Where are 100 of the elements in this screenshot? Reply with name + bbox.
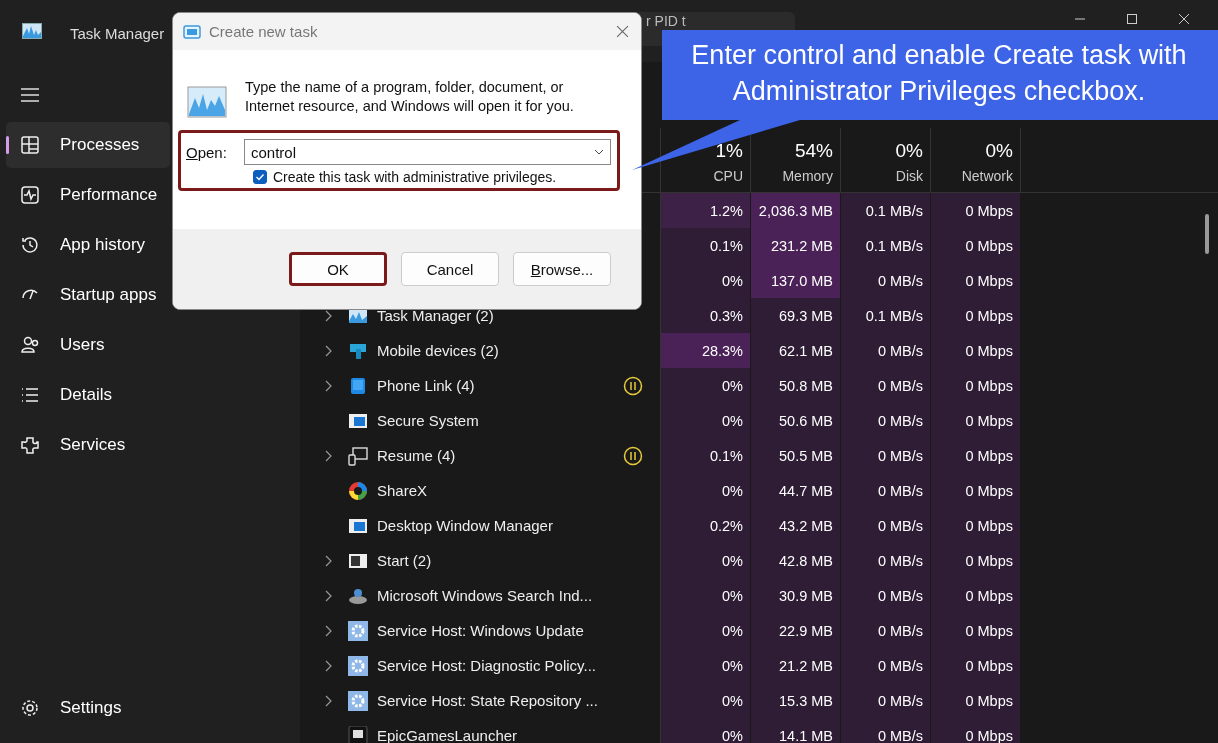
- close-icon[interactable]: [616, 25, 629, 38]
- chevron-icon[interactable]: [324, 624, 332, 637]
- table-cell: 0 MB/s: [841, 368, 931, 403]
- gear-icon: [348, 655, 368, 676]
- table-cell: 0 MB/s: [841, 508, 931, 543]
- table-cell: 21.2 MB: [751, 648, 841, 683]
- sidebar-item[interactable]: Details: [6, 372, 170, 418]
- table-cell: 0%: [661, 368, 751, 403]
- process-name: Phone Link (4): [377, 377, 475, 394]
- table-cell: 14.1 MB: [751, 718, 841, 743]
- open-combobox[interactable]: control: [244, 139, 611, 165]
- process-name: Mobile devices (2): [377, 342, 499, 359]
- table-cell: 0 MB/s: [841, 648, 931, 683]
- field-label: Open:: [186, 143, 228, 161]
- table-cell: 0%: [661, 613, 751, 648]
- scrollbar-thumb[interactable]: [1205, 214, 1209, 254]
- chevron-icon[interactable]: [324, 589, 332, 602]
- checkbox-label: Create this task with administrative privileges.: [273, 169, 557, 185]
- table-cell: 0 Mbps: [931, 613, 1021, 648]
- table-cell: 0.1%: [661, 438, 751, 473]
- pause-icon: [622, 445, 643, 466]
- table-cell: 0 MB/s: [841, 473, 931, 508]
- run-icon: [183, 24, 201, 39]
- column-header[interactable]: 0% Disk: [841, 128, 931, 192]
- chevron-icon[interactable]: [324, 449, 332, 462]
- nav-icon: [20, 185, 40, 205]
- sidebar-item[interactable]: Users: [6, 322, 170, 368]
- table-cell: 0 Mbps: [931, 298, 1021, 333]
- table-cell: 62.1 MB: [751, 333, 841, 368]
- chevron-icon[interactable]: [324, 379, 332, 392]
- table-cell: 137.0 MB: [751, 263, 841, 298]
- maximize-icon[interactable]: [1126, 13, 1138, 25]
- table-cell: 2,036.3 MB: [751, 193, 841, 228]
- table-cell: 0 Mbps: [931, 508, 1021, 543]
- sidebar-item[interactable]: Services: [6, 422, 170, 468]
- process-name: Resume (4): [377, 447, 456, 464]
- checkmark-icon: [254, 171, 266, 183]
- process-name: Task Manager (2): [377, 307, 494, 324]
- settings-icon: [20, 698, 40, 718]
- table-cell: 0 MB/s: [841, 543, 931, 578]
- chevron-icon[interactable]: [324, 344, 332, 357]
- table-cell: 0 Mbps: [931, 193, 1021, 228]
- process-name: Desktop Window Manager: [377, 517, 553, 534]
- table-cell: 0 Mbps: [931, 438, 1021, 473]
- table-cell: 231.2 MB: [751, 228, 841, 263]
- table-cell: 0 MB/s: [841, 613, 931, 648]
- table-cell: 0 Mbps: [931, 368, 1021, 403]
- sidebar-item[interactable]: App history: [6, 222, 170, 268]
- table-cell: 69.3 MB: [751, 298, 841, 333]
- table-cell: 0 MB/s: [841, 403, 931, 438]
- sidebar-item[interactable]: Startup apps: [6, 272, 170, 318]
- table-cell: 22.9 MB: [751, 613, 841, 648]
- nav-icon: [20, 385, 40, 405]
- table-cell: 0 Mbps: [931, 228, 1021, 263]
- task-manager-icon: [187, 86, 227, 118]
- callout-text: Enter control and enable Create task with Administrator Privileges checkbox.: [690, 39, 1188, 108]
- table-cell: 0 Mbps: [931, 578, 1021, 613]
- window-title: Task Manager: [70, 25, 166, 42]
- dropdown-icon[interactable]: [594, 149, 604, 155]
- table-cell: 0 MB/s: [841, 718, 931, 743]
- table-cell: 1.2%: [661, 193, 751, 228]
- gear-icon: [348, 620, 368, 641]
- table-cell: 0 Mbps: [931, 333, 1021, 368]
- table-cell: 0%: [661, 648, 751, 683]
- dialog-button[interactable]: OK: [289, 252, 387, 286]
- chevron-icon[interactable]: [324, 659, 332, 672]
- table-cell: 0 MB/s: [841, 263, 931, 298]
- process-name: Microsoft Windows Search Ind...: [377, 587, 593, 604]
- chevron-icon[interactable]: [324, 694, 332, 707]
- table-cell: 15.3 MB: [751, 683, 841, 718]
- process-name: ShareX: [377, 482, 428, 499]
- app-icon: [22, 23, 42, 39]
- sidebar-item[interactable]: Processes: [6, 122, 170, 168]
- table-cell: 0 MB/s: [841, 333, 931, 368]
- nav-icon: [20, 435, 40, 455]
- process-name: Service Host: Diagnostic Policy...: [377, 657, 596, 674]
- dialog-message: Type the name of a program, folder, document, or Internet resource, and Windows will open it for you.: [245, 78, 575, 116]
- column-header[interactable]: 0% Network: [931, 128, 1021, 192]
- dialog-title: Create new task: [209, 23, 318, 40]
- sidebar-item[interactable]: Performance: [6, 172, 170, 218]
- table-cell: 50.8 MB: [751, 368, 841, 403]
- settings-item[interactable]: Settings: [6, 685, 170, 731]
- dialog-button[interactable]: Browse...: [513, 252, 611, 286]
- table-cell: 0%: [661, 263, 751, 298]
- table-cell: 0 Mbps: [931, 543, 1021, 578]
- process-name: Secure System: [377, 412, 479, 429]
- process-name: Service Host: State Repository ...: [377, 692, 598, 709]
- menu-icon[interactable]: [21, 88, 39, 102]
- process-name: Service Host: Windows Update: [377, 622, 584, 639]
- table-cell: 50.6 MB: [751, 403, 841, 438]
- table-cell: 0%: [661, 683, 751, 718]
- nav-icon: [20, 135, 40, 155]
- table-cell: 0.2%: [661, 508, 751, 543]
- table-cell: 0 Mbps: [931, 473, 1021, 508]
- checkbox[interactable]: [253, 170, 267, 184]
- table-cell: 44.7 MB: [751, 473, 841, 508]
- chevron-icon[interactable]: [324, 554, 332, 567]
- table-cell: 0 Mbps: [931, 403, 1021, 438]
- table-cell: 0.1 MB/s: [841, 298, 931, 333]
- dialog-button[interactable]: Cancel: [401, 252, 499, 286]
